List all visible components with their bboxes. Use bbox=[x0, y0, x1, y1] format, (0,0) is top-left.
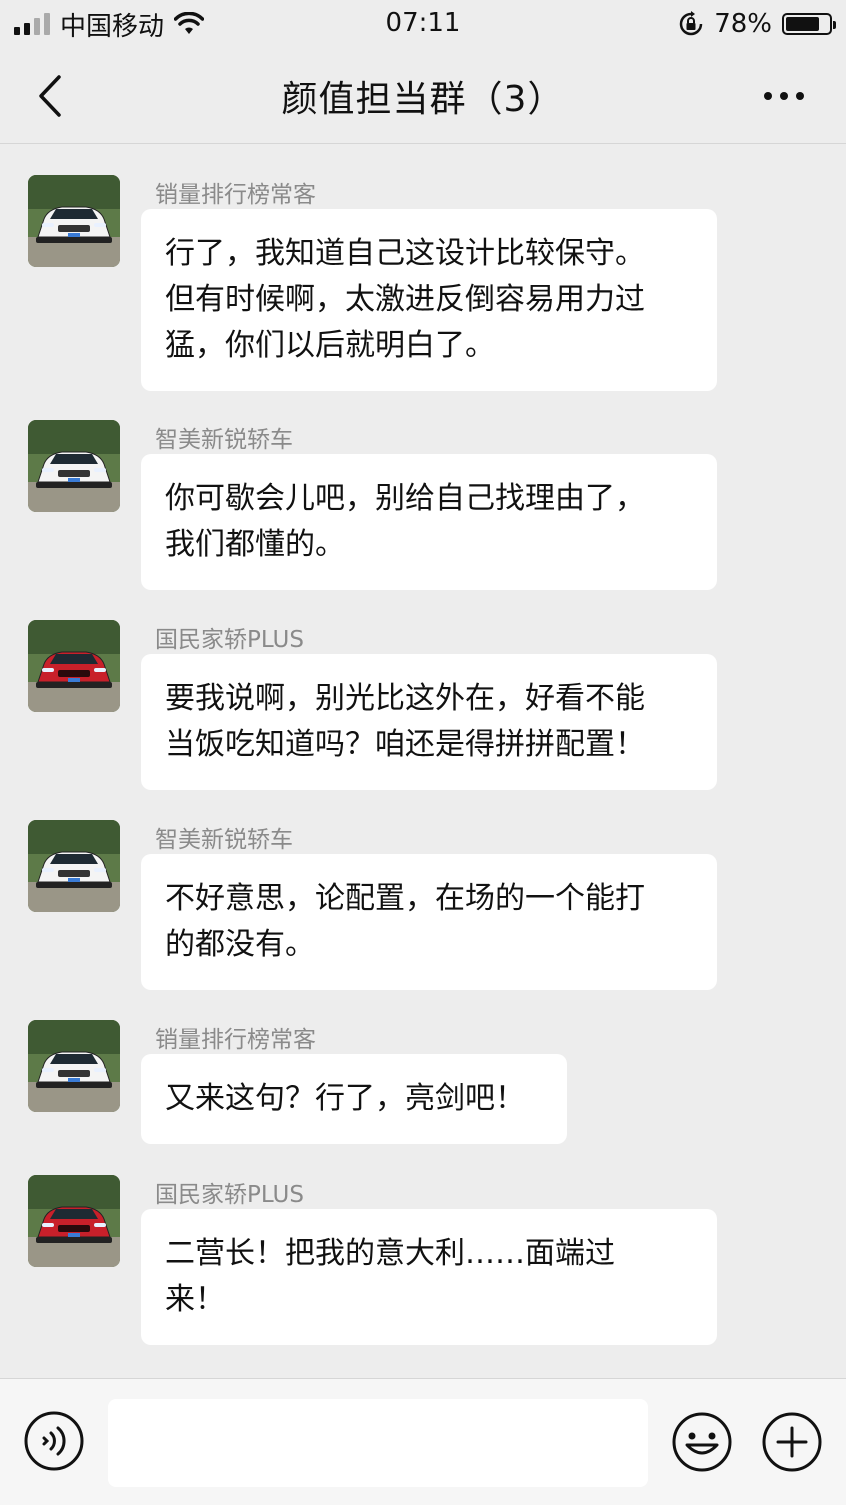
more-dots-icon bbox=[764, 92, 772, 100]
message-line: 要我说啊，别光比这外在，好看不能 bbox=[165, 681, 645, 716]
message-line: 当饭吃知道吗？咱还是得拼拼配置！ bbox=[165, 727, 645, 762]
message-bubble[interactable]: 不好意思，论配置，在场的一个能打 的都没有。 bbox=[141, 854, 717, 990]
voice-icon bbox=[24, 1411, 84, 1471]
voice-button[interactable] bbox=[24, 1411, 84, 1471]
message-list[interactable]: 销量排行榜常客 行了，我知道自己这设计比较保守。 但有时候啊，太激进反倒容易用力过猛… bbox=[0, 145, 846, 1378]
battery-icon bbox=[782, 13, 836, 35]
rotation-lock-icon bbox=[679, 11, 703, 36]
avatar[interactable] bbox=[28, 1020, 120, 1112]
message-line: 但有时候啊，太激进反倒容易用力过 bbox=[165, 282, 645, 317]
avatar[interactable] bbox=[28, 1175, 120, 1267]
message-line: 行了，我知道自己这设计比较保守。 bbox=[165, 236, 645, 271]
message-line: 的都没有。 bbox=[165, 927, 315, 962]
message-input[interactable] bbox=[108, 1399, 648, 1487]
message-line: 来！ bbox=[165, 1282, 225, 1317]
message-bubble[interactable]: 二营长！把我的意大利……面端过 来！ bbox=[141, 1209, 717, 1345]
nav-bar: 颜值担当群（3） bbox=[0, 48, 846, 144]
message-line: 猛，你们以后就明白了。 bbox=[165, 328, 495, 363]
plus-icon bbox=[762, 1412, 822, 1472]
sender-name: 国民家轿PLUS bbox=[155, 1182, 304, 1208]
input-bar bbox=[0, 1378, 846, 1505]
sender-name: 销量排行榜常客 bbox=[155, 1027, 316, 1053]
avatar[interactable] bbox=[28, 175, 120, 267]
message-line: 我们都懂的。 bbox=[165, 527, 345, 562]
avatar[interactable] bbox=[28, 620, 120, 712]
message-bubble[interactable]: 要我说啊，别光比这外在，好看不能 当饭吃知道吗？咱还是得拼拼配置！ bbox=[141, 654, 717, 790]
message-line: 二营长！把我的意大利……面端过 bbox=[165, 1236, 615, 1271]
more-button[interactable] bbox=[758, 78, 810, 114]
plus-button[interactable] bbox=[761, 1411, 823, 1473]
emoji-icon bbox=[672, 1412, 732, 1472]
message-line: 又来这句？行了，亮剑吧！ bbox=[165, 1081, 525, 1116]
chevron-left-icon bbox=[39, 75, 61, 117]
emoji-button[interactable] bbox=[671, 1411, 733, 1473]
sender-name: 智美新锐轿车 bbox=[155, 827, 293, 853]
battery-percent: 78% bbox=[714, 9, 772, 39]
message-bubble[interactable]: 你可歇会儿吧，别给自己找理由了， 我们都懂的。 bbox=[141, 454, 717, 590]
avatar[interactable] bbox=[28, 820, 120, 912]
carrier-label: 中国移动 bbox=[60, 11, 165, 42]
back-button[interactable] bbox=[26, 70, 74, 122]
signal-icon bbox=[14, 13, 50, 35]
status-bar: 中国移动 07:11 78% bbox=[0, 0, 846, 48]
wifi-icon bbox=[174, 12, 205, 34]
message-bubble[interactable]: 又来这句？行了，亮剑吧！ bbox=[141, 1054, 567, 1144]
chat-title: 颜值担当群（3） bbox=[281, 78, 565, 120]
message-line: 不好意思，论配置，在场的一个能打 bbox=[165, 881, 645, 916]
sender-name: 智美新锐轿车 bbox=[155, 427, 293, 453]
status-right: 78% bbox=[678, 9, 836, 39]
status-left: 中国移动 bbox=[14, 6, 205, 43]
message-bubble[interactable]: 行了，我知道自己这设计比较保守。 但有时候啊，太激进反倒容易用力过 猛，你们以后就明… bbox=[141, 209, 717, 391]
sender-name: 国民家轿PLUS bbox=[155, 627, 304, 653]
message-line: 你可歇会儿吧，别给自己找理由了， bbox=[165, 481, 645, 516]
avatar[interactable] bbox=[28, 420, 120, 512]
battery-fill bbox=[786, 17, 819, 31]
sender-name: 销量排行榜常客 bbox=[155, 182, 316, 208]
